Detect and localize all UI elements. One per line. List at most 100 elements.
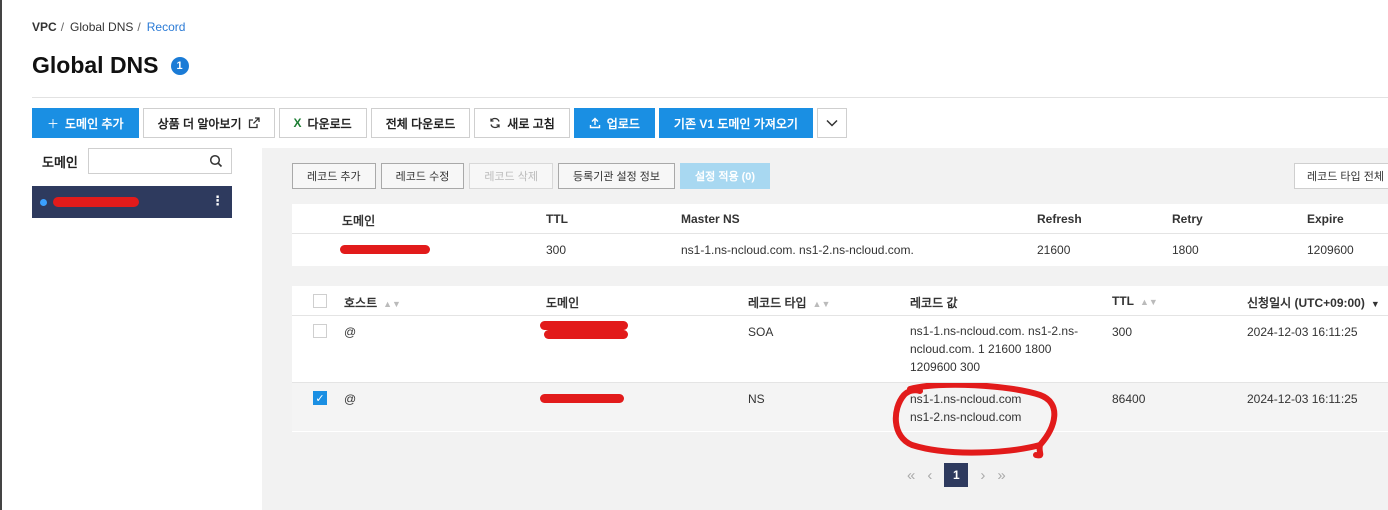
redacted-domain bbox=[540, 394, 624, 403]
edit-record-button[interactable]: 레코드 수정 bbox=[380, 163, 465, 189]
external-link-icon bbox=[248, 117, 260, 129]
col-record-value: 레코드 값 bbox=[910, 296, 958, 310]
redacted-domain-name bbox=[53, 197, 139, 207]
row-host: @ bbox=[344, 325, 357, 339]
col-expire: Expire bbox=[1307, 212, 1344, 226]
record-header-row: 호스트 ▲▼ 도메인 레코드 타입 ▲▼ 레코드 값 TTL ▲▼ 신청일시 (UTC… bbox=[292, 286, 1388, 316]
col-ttl: TTL bbox=[546, 212, 568, 226]
row-created-at: 2024-12-03 16:11:25 bbox=[1247, 325, 1358, 339]
sort-icon[interactable]: ▲▼ bbox=[383, 299, 401, 309]
sort-icon[interactable]: ▲▼ bbox=[1140, 297, 1158, 307]
soa-retry: 1800 bbox=[1172, 243, 1199, 257]
soa-row: 300 ns1-1.ns-ncloud.com. ns1-2.ns-ncloud… bbox=[292, 234, 1388, 266]
row-record-type: SOA bbox=[748, 325, 774, 339]
refresh-button[interactable]: 새로 고침 bbox=[474, 108, 570, 138]
redacted-domain bbox=[544, 330, 628, 339]
download-button[interactable]: X 다운로드 bbox=[278, 108, 367, 138]
table-row[interactable]: ✓ @ NS ns1-1.ns-ncloud.com ns1-2.ns-nclo… bbox=[292, 383, 1388, 431]
record-type-filter[interactable]: 레코드 타입 전체 bbox=[1294, 163, 1388, 189]
import-v1-label: 기존 V1 도메인 가져오기 bbox=[673, 116, 798, 131]
page-button-current[interactable]: 1 bbox=[944, 463, 969, 487]
soa-summary-table: 도메인 TTL Master NS Refresh Retry Expire 3… bbox=[292, 204, 1388, 266]
breadcrumb-separator: / bbox=[137, 20, 141, 34]
domain-list-item[interactable]: ⋮ bbox=[32, 186, 232, 218]
soa-expire: 1209600 bbox=[1307, 243, 1354, 257]
col-record-type-label: 레코드 타입 bbox=[748, 296, 807, 310]
sort-icon[interactable]: ▲▼ bbox=[813, 299, 831, 309]
table-row[interactable]: @ SOA ns1-1.ns-ncloud.com. ns1-2.ns-nclo… bbox=[292, 316, 1388, 383]
col-domain: 도메인 bbox=[546, 296, 580, 310]
soa-master-ns: ns1-1.ns-ncloud.com. ns1-2.ns-ncloud.com… bbox=[681, 243, 914, 257]
main-toolbar: ＋ 도메인 추가 상품 더 알아보기 X 다운로드 전체 다운로드 새로 고침 … bbox=[32, 108, 847, 138]
upload-button[interactable]: 업로드 bbox=[573, 108, 655, 138]
row-record-value-line: ns1-1.ns-ncloud.com bbox=[910, 392, 1022, 406]
add-domain-label: 도메인 추가 bbox=[65, 116, 124, 131]
row-host: @ bbox=[344, 392, 357, 406]
delete-record-button[interactable]: 레코드 삭제 bbox=[469, 163, 553, 189]
col-domain: 도메인 bbox=[342, 214, 376, 228]
col-ttl-label: TTL bbox=[1112, 294, 1134, 308]
row-record-type: NS bbox=[748, 392, 765, 406]
learn-more-label: 상품 더 알아보기 bbox=[157, 116, 242, 131]
import-v1-domain-button[interactable]: 기존 V1 도메인 가져오기 bbox=[658, 108, 813, 138]
download-all-button[interactable]: 전체 다운로드 bbox=[370, 108, 471, 138]
soa-header-row: 도메인 TTL Master NS Refresh Retry Expire bbox=[292, 204, 1388, 234]
record-table: 호스트 ▲▼ 도메인 레코드 타입 ▲▼ 레코드 값 TTL ▲▼ 신청일시 (UTC… bbox=[292, 286, 1388, 432]
domain-sidebar: 도메인 ⋮ bbox=[32, 148, 232, 218]
row-record-value-line: ns1-2.ns-ncloud.com bbox=[910, 410, 1022, 424]
upload-icon bbox=[589, 117, 600, 129]
learn-more-button[interactable]: 상품 더 알아보기 bbox=[142, 108, 275, 138]
count-badge: 1 bbox=[170, 56, 189, 75]
breadcrumb-vpc[interactable]: VPC bbox=[32, 20, 57, 34]
divider bbox=[32, 97, 1388, 98]
upload-label: 업로드 bbox=[606, 116, 640, 131]
sort-desc-icon[interactable]: ▼ bbox=[1371, 299, 1380, 309]
more-options-button[interactable] bbox=[816, 108, 847, 138]
excel-icon: X bbox=[293, 116, 302, 130]
breadcrumb-global-dns[interactable]: Global DNS bbox=[70, 20, 133, 34]
status-dot bbox=[40, 198, 47, 206]
refresh-icon bbox=[490, 117, 500, 129]
domain-search: 도메인 bbox=[32, 148, 232, 174]
first-page-icon[interactable]: « bbox=[907, 467, 915, 484]
window-edge bbox=[0, 0, 2, 510]
breadcrumb-record[interactable]: Record bbox=[147, 20, 186, 34]
row-created-at: 2024-12-03 16:11:25 bbox=[1247, 392, 1358, 406]
col-created-at[interactable]: 신청일시 (UTC+09:00) ▼ bbox=[1247, 294, 1380, 311]
domain-search-label: 도메인 bbox=[42, 154, 78, 170]
redacted-domain bbox=[540, 321, 628, 330]
breadcrumb-separator: / bbox=[60, 20, 65, 34]
registrar-info-button[interactable]: 등록기관 설정 정보 bbox=[557, 163, 676, 189]
chevron-down-icon bbox=[826, 119, 838, 127]
col-created-at-label: 신청일시 (UTC+09:00) bbox=[1247, 296, 1365, 310]
col-master-ns: Master NS bbox=[681, 212, 740, 226]
soa-refresh: 21600 bbox=[1037, 243, 1071, 257]
search-icon[interactable] bbox=[209, 154, 223, 168]
col-host-label: 호스트 bbox=[344, 296, 378, 310]
col-record-type[interactable]: 레코드 타입 ▲▼ bbox=[748, 294, 830, 311]
kebab-menu-icon[interactable]: ⋮ bbox=[211, 194, 224, 208]
next-page-icon[interactable]: › bbox=[980, 467, 985, 484]
download-label: 다운로드 bbox=[307, 116, 352, 131]
row-ttl: 86400 bbox=[1112, 392, 1146, 406]
col-ttl[interactable]: TTL ▲▼ bbox=[1112, 294, 1158, 308]
domain-search-box bbox=[88, 148, 232, 174]
col-host[interactable]: 호스트 ▲▼ bbox=[344, 294, 401, 311]
row-checkbox-checked[interactable]: ✓ bbox=[313, 391, 327, 405]
plus-icon: ＋ bbox=[47, 116, 60, 131]
apply-settings-button[interactable]: 설정 적용 (0) bbox=[680, 163, 771, 189]
refresh-label: 새로 고침 bbox=[507, 116, 555, 131]
row-checkbox[interactable] bbox=[313, 324, 327, 338]
row-ttl: 300 bbox=[1112, 325, 1133, 339]
last-page-icon[interactable]: » bbox=[997, 467, 1005, 484]
download-all-label: 전체 다운로드 bbox=[385, 116, 456, 131]
records-panel: 레코드 추가 레코드 수정 레코드 삭제 등록기관 설정 정보 설정 적용 (0… bbox=[262, 148, 1388, 510]
col-refresh: Refresh bbox=[1037, 212, 1082, 226]
redacted-domain bbox=[340, 245, 430, 254]
col-retry: Retry bbox=[1172, 212, 1203, 226]
add-domain-button[interactable]: ＋ 도메인 추가 bbox=[32, 108, 139, 138]
select-all-checkbox[interactable] bbox=[313, 294, 327, 308]
pagination: « ‹ 1 › » bbox=[907, 463, 1006, 487]
prev-page-icon[interactable]: ‹ bbox=[927, 467, 932, 484]
add-record-button[interactable]: 레코드 추가 bbox=[292, 163, 376, 189]
